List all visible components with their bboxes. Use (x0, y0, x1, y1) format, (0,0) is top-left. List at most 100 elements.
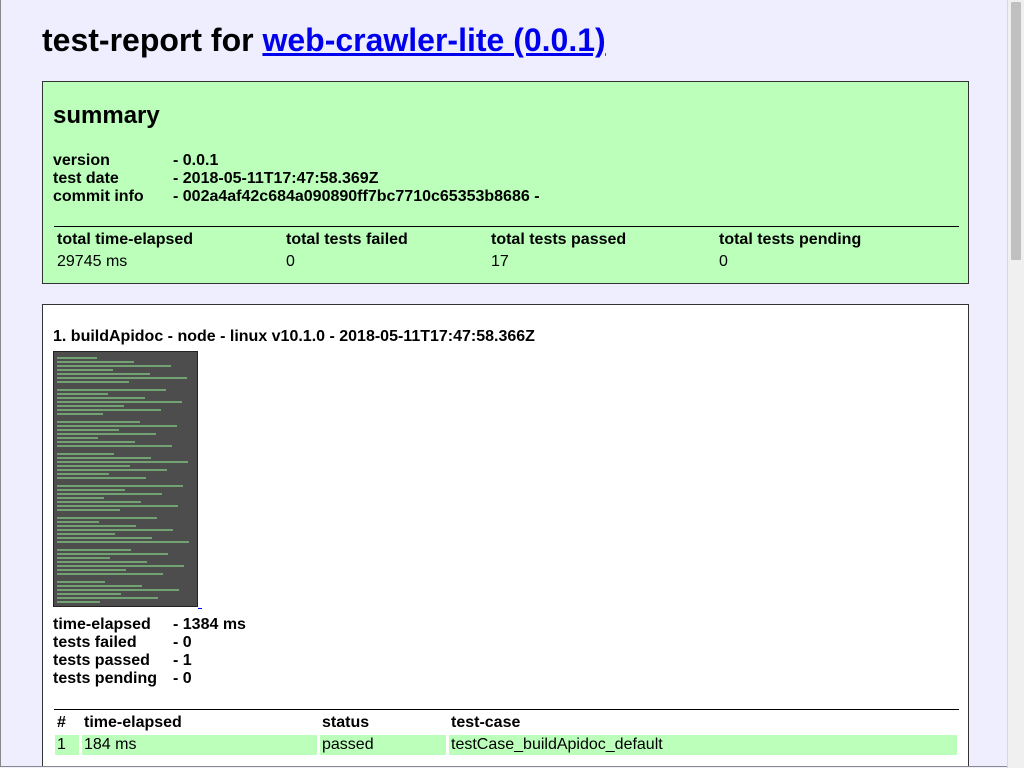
terminal-text-line (57, 585, 142, 587)
terminal-text-line (57, 441, 135, 443)
stat-time-elapsed: time-elapsed - 1384 ms (53, 616, 246, 634)
summary-value-failed: 0 (286, 253, 295, 270)
stat-value: - 1 (173, 652, 192, 669)
terminal-text-line (57, 437, 98, 439)
terminal-text-line (57, 493, 162, 495)
terminal-text-line (57, 569, 126, 571)
terminal-text-line (57, 529, 173, 531)
page-title-prefix: test-report for (42, 22, 263, 58)
terminal-text-line (57, 369, 113, 371)
terminal-text-line (57, 389, 166, 391)
info-key: version (53, 152, 110, 169)
terminal-text-line (57, 553, 168, 555)
case-col-header: # (57, 714, 66, 731)
terminal-text-line (57, 453, 114, 455)
summary-col-header: total tests failed (286, 231, 408, 248)
terminal-text-line (57, 405, 124, 407)
terminal-text-line (57, 409, 161, 411)
info-key: commit info (53, 188, 144, 205)
test-case-table: # time-elapsed status test-case 1 184 ms… (54, 709, 959, 755)
case-number: 1 (57, 736, 66, 753)
terminal-text-line (57, 597, 158, 599)
vertical-scrollbar[interactable] (1007, 0, 1024, 768)
terminal-screenshot-thumbnail[interactable] (53, 351, 198, 607)
info-test-date: test date - 2018-05-11T17:47:58.369Z (53, 170, 378, 188)
stat-value: - 0 (173, 670, 192, 687)
info-value: - 0.0.1 (173, 152, 219, 169)
terminal-text-line (57, 361, 134, 363)
terminal-text-line (57, 421, 140, 423)
info-key: test date (53, 170, 119, 187)
stat-tests-failed: tests failed - 0 (53, 634, 192, 652)
case-time-elapsed: 184 ms (84, 736, 137, 753)
stat-key: time-elapsed (53, 616, 151, 633)
terminal-text-line (57, 429, 119, 431)
stat-tests-pending: tests pending - 0 (53, 670, 192, 688)
summary-heading: summary (53, 102, 160, 129)
summary-value-time-elapsed: 29745 ms (57, 253, 128, 270)
info-commit: commit info - 002a4af42c684a090890ff7bc77… (53, 188, 540, 206)
stat-value: - 1384 ms (173, 616, 246, 633)
info-value: - 2018-05-11T17:47:58.369Z (173, 170, 379, 187)
terminal-text-line (57, 393, 108, 395)
scrollbar-thumb[interactable] (1011, 2, 1021, 260)
terminal-text-line (57, 501, 141, 503)
terminal-text-line (57, 593, 121, 595)
package-link[interactable]: web-crawler-lite (0.0.1) (262, 22, 605, 58)
test-report-panel: 1. buildApidoc - node - linux v10.1.0 - … (42, 304, 969, 766)
terminal-text-line (57, 525, 136, 527)
case-name: testCase_buildApidoc_default (451, 736, 663, 753)
report-page: test-report for web-crawler-lite (0.0.1)… (0, 0, 1007, 767)
terminal-text-line (57, 537, 152, 539)
terminal-text-line (57, 397, 145, 399)
terminal-text-line (57, 365, 171, 367)
terminal-text-line (57, 465, 130, 467)
case-col-header: time-elapsed (84, 714, 182, 731)
terminal-text-line (57, 533, 115, 535)
terminal-text-line (57, 573, 163, 575)
terminal-text-line (57, 589, 179, 591)
summary-value-pending: 0 (719, 253, 728, 270)
terminal-text-line (57, 401, 182, 403)
terminal-text-line (57, 381, 129, 383)
case-col-header: status (322, 714, 370, 731)
case-status: passed (322, 736, 374, 753)
stat-key: tests failed (53, 634, 137, 651)
summary-table: total time-elapsed total tests failed to… (54, 226, 959, 270)
terminal-text-line (57, 509, 120, 511)
terminal-text-line (57, 461, 188, 463)
summary-value-passed: 17 (491, 253, 509, 270)
terminal-text-line (57, 497, 104, 499)
terminal-text-line (57, 505, 178, 507)
terminal-text-line (57, 413, 103, 415)
page-title: test-report for web-crawler-lite (0.0.1) (42, 20, 606, 60)
stat-value: - 0 (173, 634, 192, 651)
terminal-text-line (57, 557, 110, 559)
terminal-text-line (57, 521, 99, 523)
terminal-text-line (57, 541, 189, 543)
screenshot-link[interactable] (198, 608, 202, 609)
test-heading: 1. buildApidoc - node - linux v10.1.0 - … (53, 328, 535, 345)
terminal-text-line (57, 601, 100, 603)
summary-col-header: total time-elapsed (57, 231, 194, 248)
terminal-text-line (57, 457, 151, 459)
stat-key: tests passed (53, 652, 150, 669)
terminal-text-line (57, 377, 187, 379)
terminal-text-line (57, 517, 157, 519)
terminal-text-line (57, 561, 147, 563)
terminal-text-line (57, 485, 183, 487)
case-col-header: test-case (451, 714, 521, 731)
terminal-text-line (57, 373, 150, 375)
summary-panel: summary version - 0.0.1 test date - 2018-0… (42, 81, 969, 284)
summary-col-header: total tests pending (719, 231, 862, 248)
terminal-text-line (57, 473, 109, 475)
table-row: 1 184 ms passed testCase_buildApidoc_def… (54, 735, 957, 755)
info-value: - 002a4af42c684a090890ff7bc7710c65353b86… (173, 188, 540, 205)
terminal-text-line (57, 433, 156, 435)
terminal-text-line (57, 565, 184, 567)
terminal-text-line (57, 469, 167, 471)
terminal-text-line (57, 549, 131, 551)
stat-tests-passed: tests passed - 1 (53, 652, 192, 670)
info-version: version - 0.0.1 (53, 152, 218, 170)
summary-col-header: total tests passed (491, 231, 627, 248)
